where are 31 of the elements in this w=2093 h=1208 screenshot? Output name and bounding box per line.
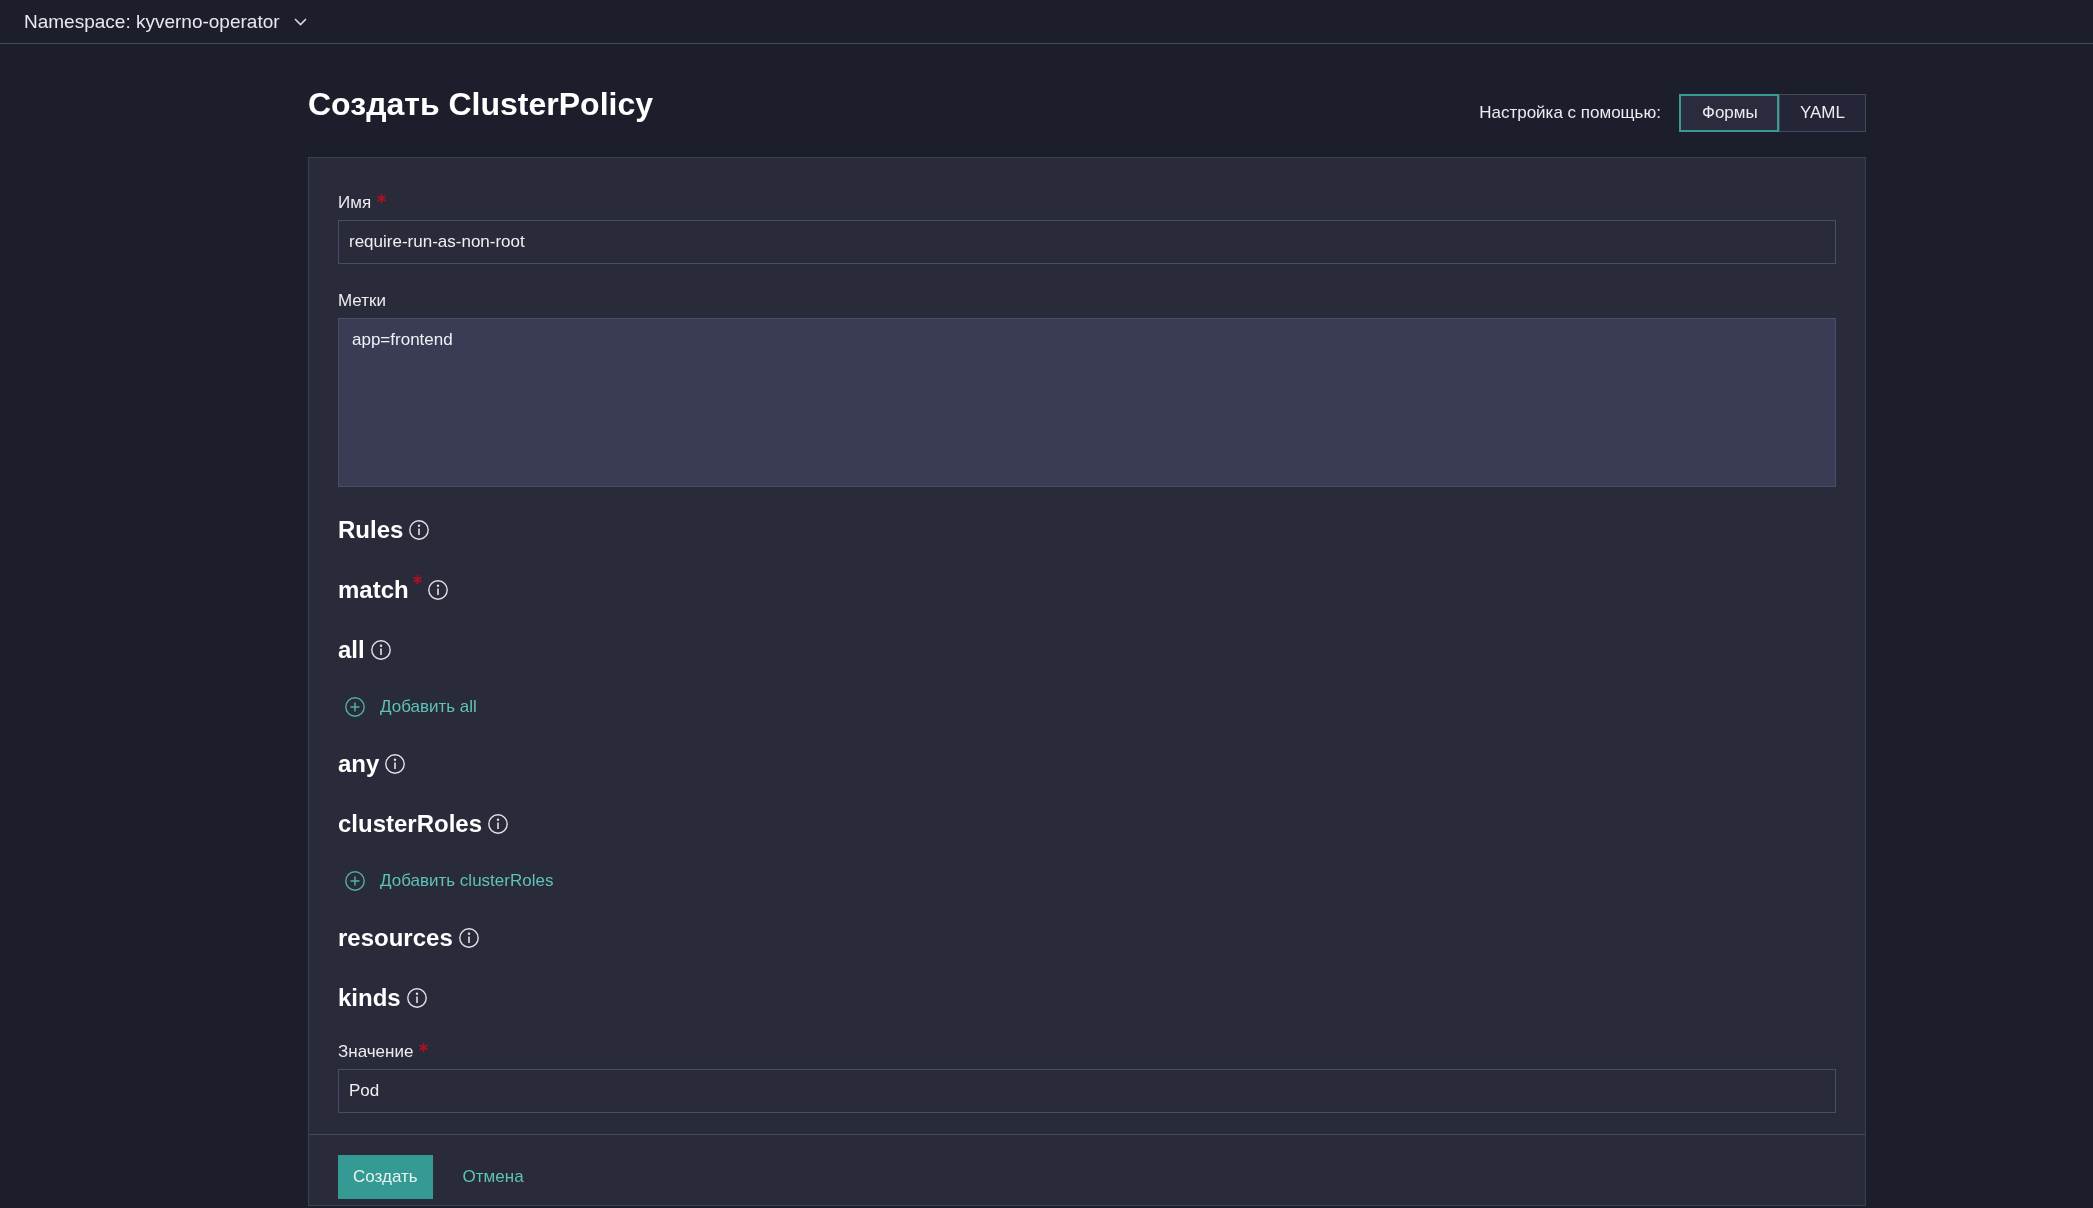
field-label: Метки bbox=[338, 290, 386, 312]
namespace-selector[interactable]: Namespace: kyverno-operator bbox=[24, 10, 307, 33]
configure-label: Настройка с помощью: bbox=[1479, 103, 1661, 123]
info-icon[interactable] bbox=[488, 814, 509, 834]
section-heading: kinds bbox=[338, 983, 401, 1013]
chevron-down-icon bbox=[293, 17, 307, 26]
info-icon[interactable] bbox=[458, 928, 479, 948]
section-heading: any bbox=[338, 749, 380, 779]
add-link[interactable]: Добавить all bbox=[338, 693, 477, 721]
mode-tab[interactable]: YAML bbox=[1778, 94, 1866, 132]
text-area[interactable]: app=frontend bbox=[338, 318, 1836, 487]
page-title: Создать ClusterPolicy bbox=[308, 85, 653, 123]
cancel-link[interactable]: Отмена bbox=[458, 1163, 528, 1191]
input-field[interactable]: require-run-as-non-root bbox=[338, 220, 1836, 264]
section-heading: Rules bbox=[338, 515, 404, 545]
mode-tab[interactable]: Формы bbox=[1678, 94, 1779, 132]
section-heading: clusterRoles bbox=[338, 809, 483, 839]
section-heading: all bbox=[338, 635, 365, 665]
section-heading: match bbox=[338, 575, 409, 605]
input-field[interactable]: Pod bbox=[338, 1069, 1836, 1113]
add-icon bbox=[345, 871, 365, 891]
info-icon[interactable] bbox=[409, 520, 430, 540]
add-link[interactable]: Добавить clusterRoles bbox=[338, 867, 554, 895]
info-icon[interactable] bbox=[427, 580, 448, 600]
add-icon bbox=[345, 697, 365, 717]
info-icon[interactable] bbox=[406, 988, 427, 1008]
field-label: Значение bbox=[338, 1041, 414, 1063]
section-heading: resources bbox=[338, 923, 453, 953]
info-icon[interactable] bbox=[370, 640, 391, 660]
field-label: Имя bbox=[338, 192, 372, 214]
info-icon[interactable] bbox=[385, 754, 406, 774]
